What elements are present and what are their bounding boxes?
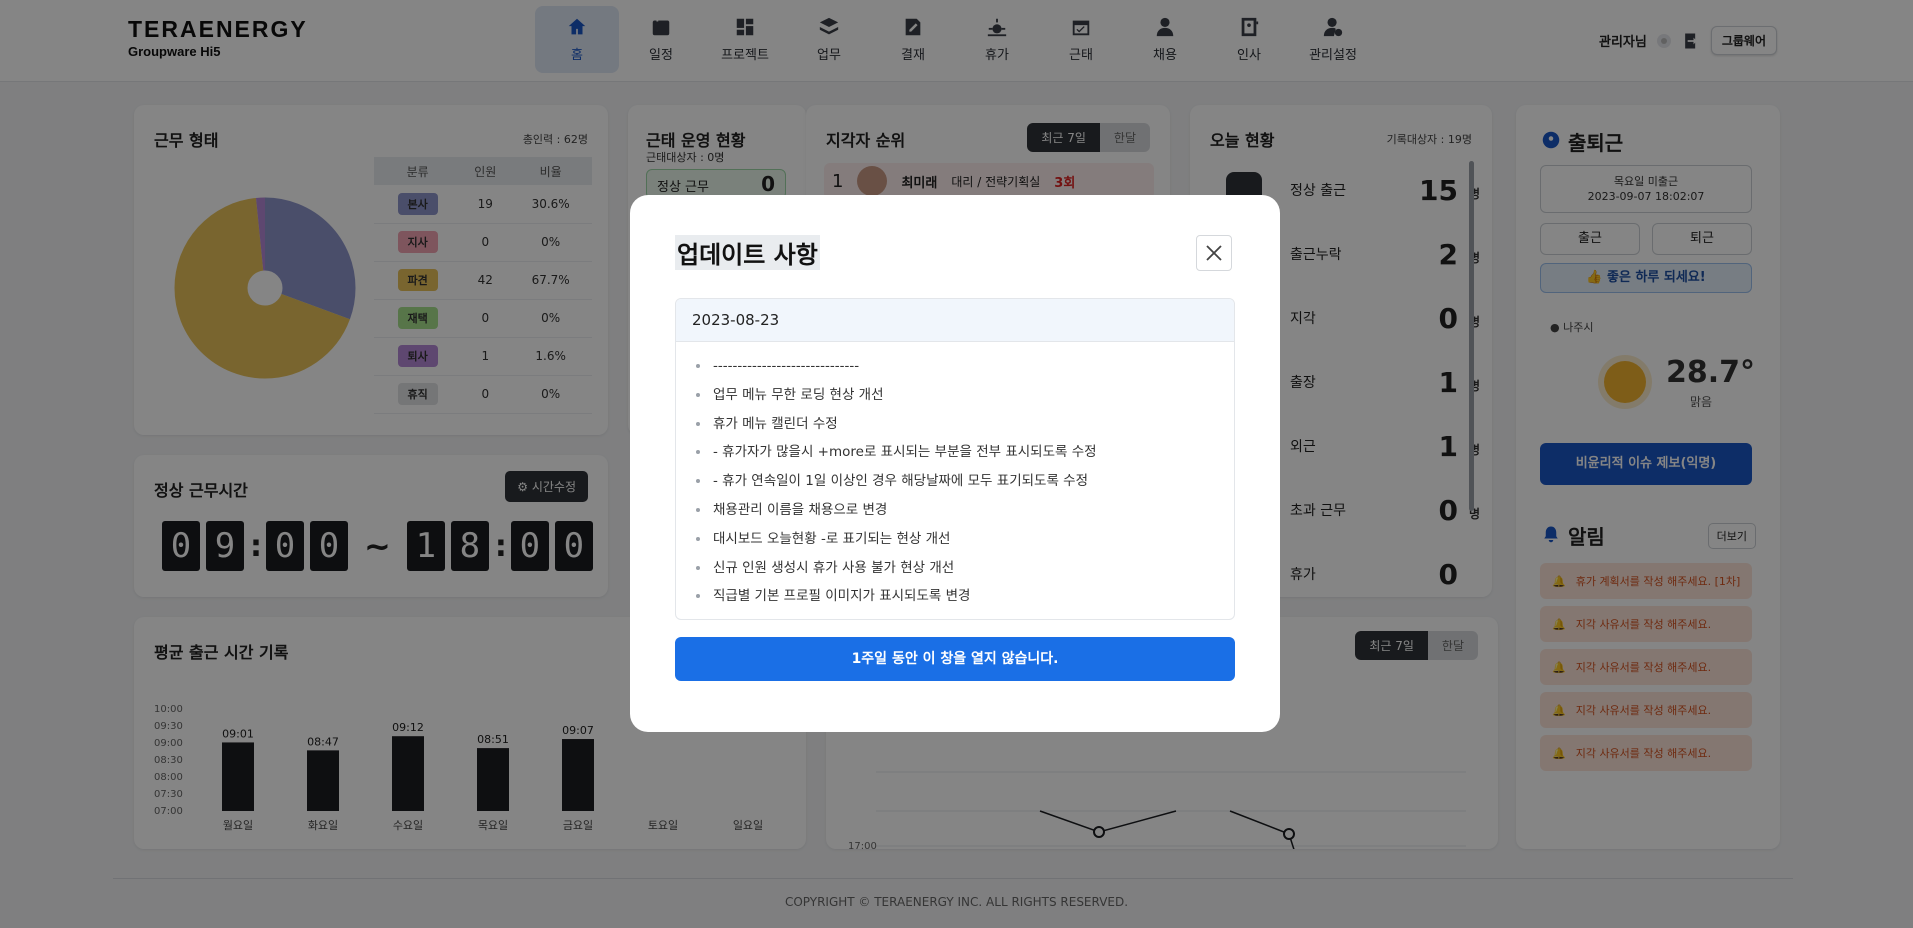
modal-title: 업데이트 사항 xyxy=(675,235,820,270)
list-item: 채용관리 이름을 채용으로 변경 xyxy=(696,498,1234,527)
list-item: 대시보드 오늘현황 -로 표기되는 현상 개선 xyxy=(696,527,1234,556)
list-item: 신규 인원 생성시 휴가 사용 불가 현상 개선 xyxy=(696,556,1234,585)
dismiss-week-button[interactable]: 1주일 동안 이 창을 열지 않습니다. xyxy=(675,637,1235,681)
update-modal: 업데이트 사항 2023-08-23 ---------------------… xyxy=(630,195,1280,732)
list-item: 휴가 메뉴 캘린더 수정 xyxy=(696,412,1234,441)
list-item: ------------------------------ xyxy=(696,354,1234,383)
update-list: ------------------------------ 업무 메뉴 무한 … xyxy=(676,342,1234,613)
update-notes: 2023-08-23 -----------------------------… xyxy=(675,298,1235,620)
update-date: 2023-08-23 xyxy=(676,299,1234,342)
list-item: - 휴가 연속일이 1일 이상인 경우 해당날짜에 모두 표기되도록 수정 xyxy=(696,469,1234,498)
list-item: 직급별 기본 프로필 이미지가 표시되도록 변경 xyxy=(696,584,1234,613)
list-item: - 휴가자가 많을시 +more로 표시되는 부분을 전부 표시되도록 수정 xyxy=(696,440,1234,469)
list-item: 업무 메뉴 무한 로딩 현상 개선 xyxy=(696,383,1234,412)
close-button[interactable] xyxy=(1196,235,1232,271)
close-icon xyxy=(1206,245,1222,261)
